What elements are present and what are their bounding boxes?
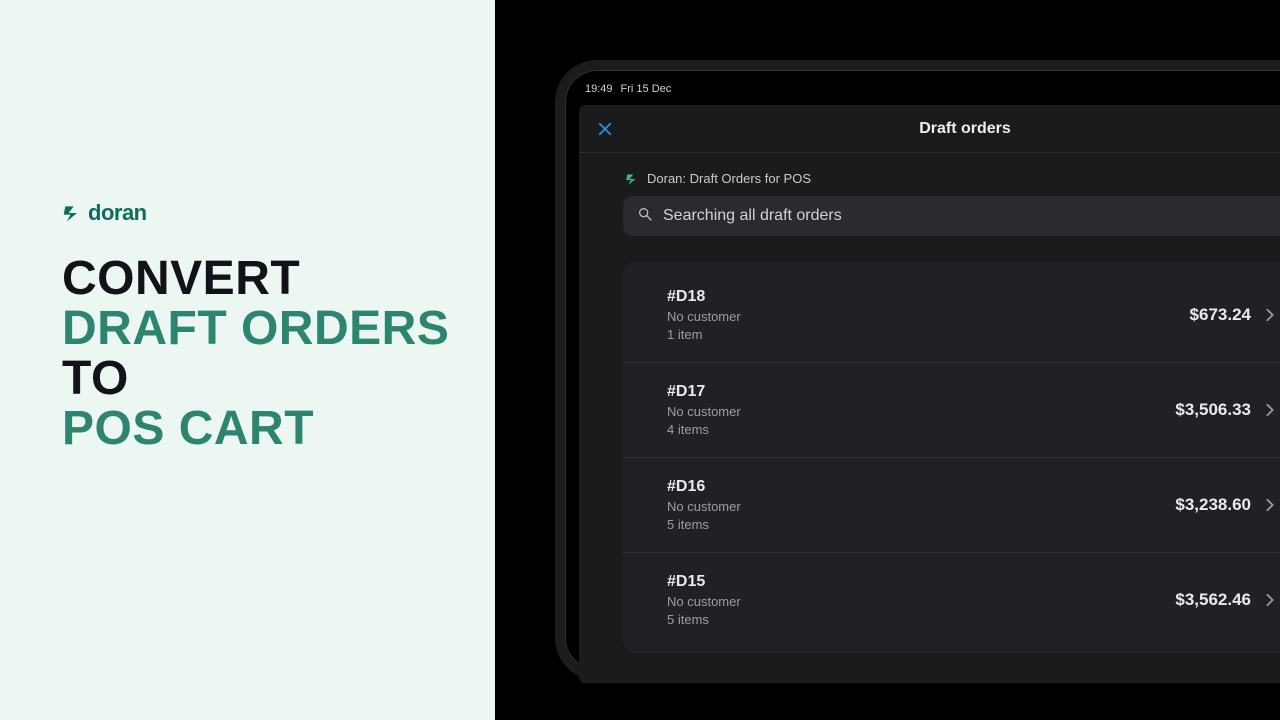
order-items: 5 items xyxy=(667,612,741,627)
brand-name: doran xyxy=(88,200,147,226)
tablet-frame: 19:49 Fri 15 Dec 76% xyxy=(555,60,1280,680)
order-items: 1 item xyxy=(667,327,741,342)
order-amount: $3,506.33 xyxy=(1175,400,1251,420)
order-row[interactable]: #D17 No customer 4 items $3,506.33 xyxy=(623,362,1280,457)
search-bar[interactable] xyxy=(623,196,1280,236)
chevron-right-icon xyxy=(1265,403,1275,417)
marketing-panel: doran CONVERT DRAFT ORDERS TO POS CART xyxy=(0,0,495,720)
order-row[interactable]: #D16 No customer 5 items $3,238.60 xyxy=(623,457,1280,552)
close-button[interactable] xyxy=(595,119,615,139)
headline-line: DRAFT ORDERS xyxy=(62,304,495,354)
order-id: #D18 xyxy=(667,288,741,306)
order-id: #D17 xyxy=(667,383,741,401)
order-customer: No customer xyxy=(667,594,741,609)
order-id: #D16 xyxy=(667,478,741,496)
headline: CONVERT DRAFT ORDERS TO POS CART xyxy=(62,254,495,454)
order-amount: $673.24 xyxy=(1190,305,1251,325)
order-amount: $3,238.60 xyxy=(1175,495,1251,515)
doran-logo-icon xyxy=(62,203,82,223)
chevron-right-icon xyxy=(1265,498,1275,512)
chevron-right-icon xyxy=(1265,308,1275,322)
close-icon xyxy=(596,120,614,138)
headline-line: POS CART xyxy=(62,404,495,454)
order-customer: No customer xyxy=(667,309,741,324)
status-date: Fri 15 Dec xyxy=(621,83,672,95)
order-amount: $3,562.46 xyxy=(1175,590,1251,610)
headline-line: CONVERT xyxy=(62,254,495,304)
chevron-right-icon xyxy=(1265,593,1275,607)
app-subtitle-row: Doran: Draft Orders for POS xyxy=(625,171,1280,186)
order-id: #D15 xyxy=(667,573,741,591)
order-customer: No customer xyxy=(667,499,741,514)
app-title: Draft orders xyxy=(579,120,1280,138)
headline-line: TO xyxy=(62,354,495,404)
device-panel: 19:49 Fri 15 Dec 76% xyxy=(495,0,1280,720)
status-bar: 19:49 Fri 15 Dec 76% xyxy=(579,78,1280,105)
pos-app: Draft orders Doran: Draft Orders for POS xyxy=(579,105,1280,683)
order-customer: No customer xyxy=(667,404,741,419)
search-input[interactable] xyxy=(663,207,1280,225)
order-row[interactable]: #D15 No customer 5 items $3,562.46 xyxy=(623,552,1280,647)
status-time: 19:49 xyxy=(585,83,613,95)
search-icon xyxy=(637,206,653,227)
order-items: 5 items xyxy=(667,517,741,532)
order-row[interactable]: #D18 No customer 1 item $673.24 xyxy=(623,268,1280,362)
doran-mini-icon xyxy=(625,172,639,186)
orders-list: #D18 No customer 1 item $673.24 xyxy=(623,262,1280,653)
app-subtitle: Doran: Draft Orders for POS xyxy=(647,171,811,186)
app-header: Draft orders xyxy=(579,105,1280,153)
order-items: 4 items xyxy=(667,422,741,437)
brand: doran xyxy=(62,200,495,226)
